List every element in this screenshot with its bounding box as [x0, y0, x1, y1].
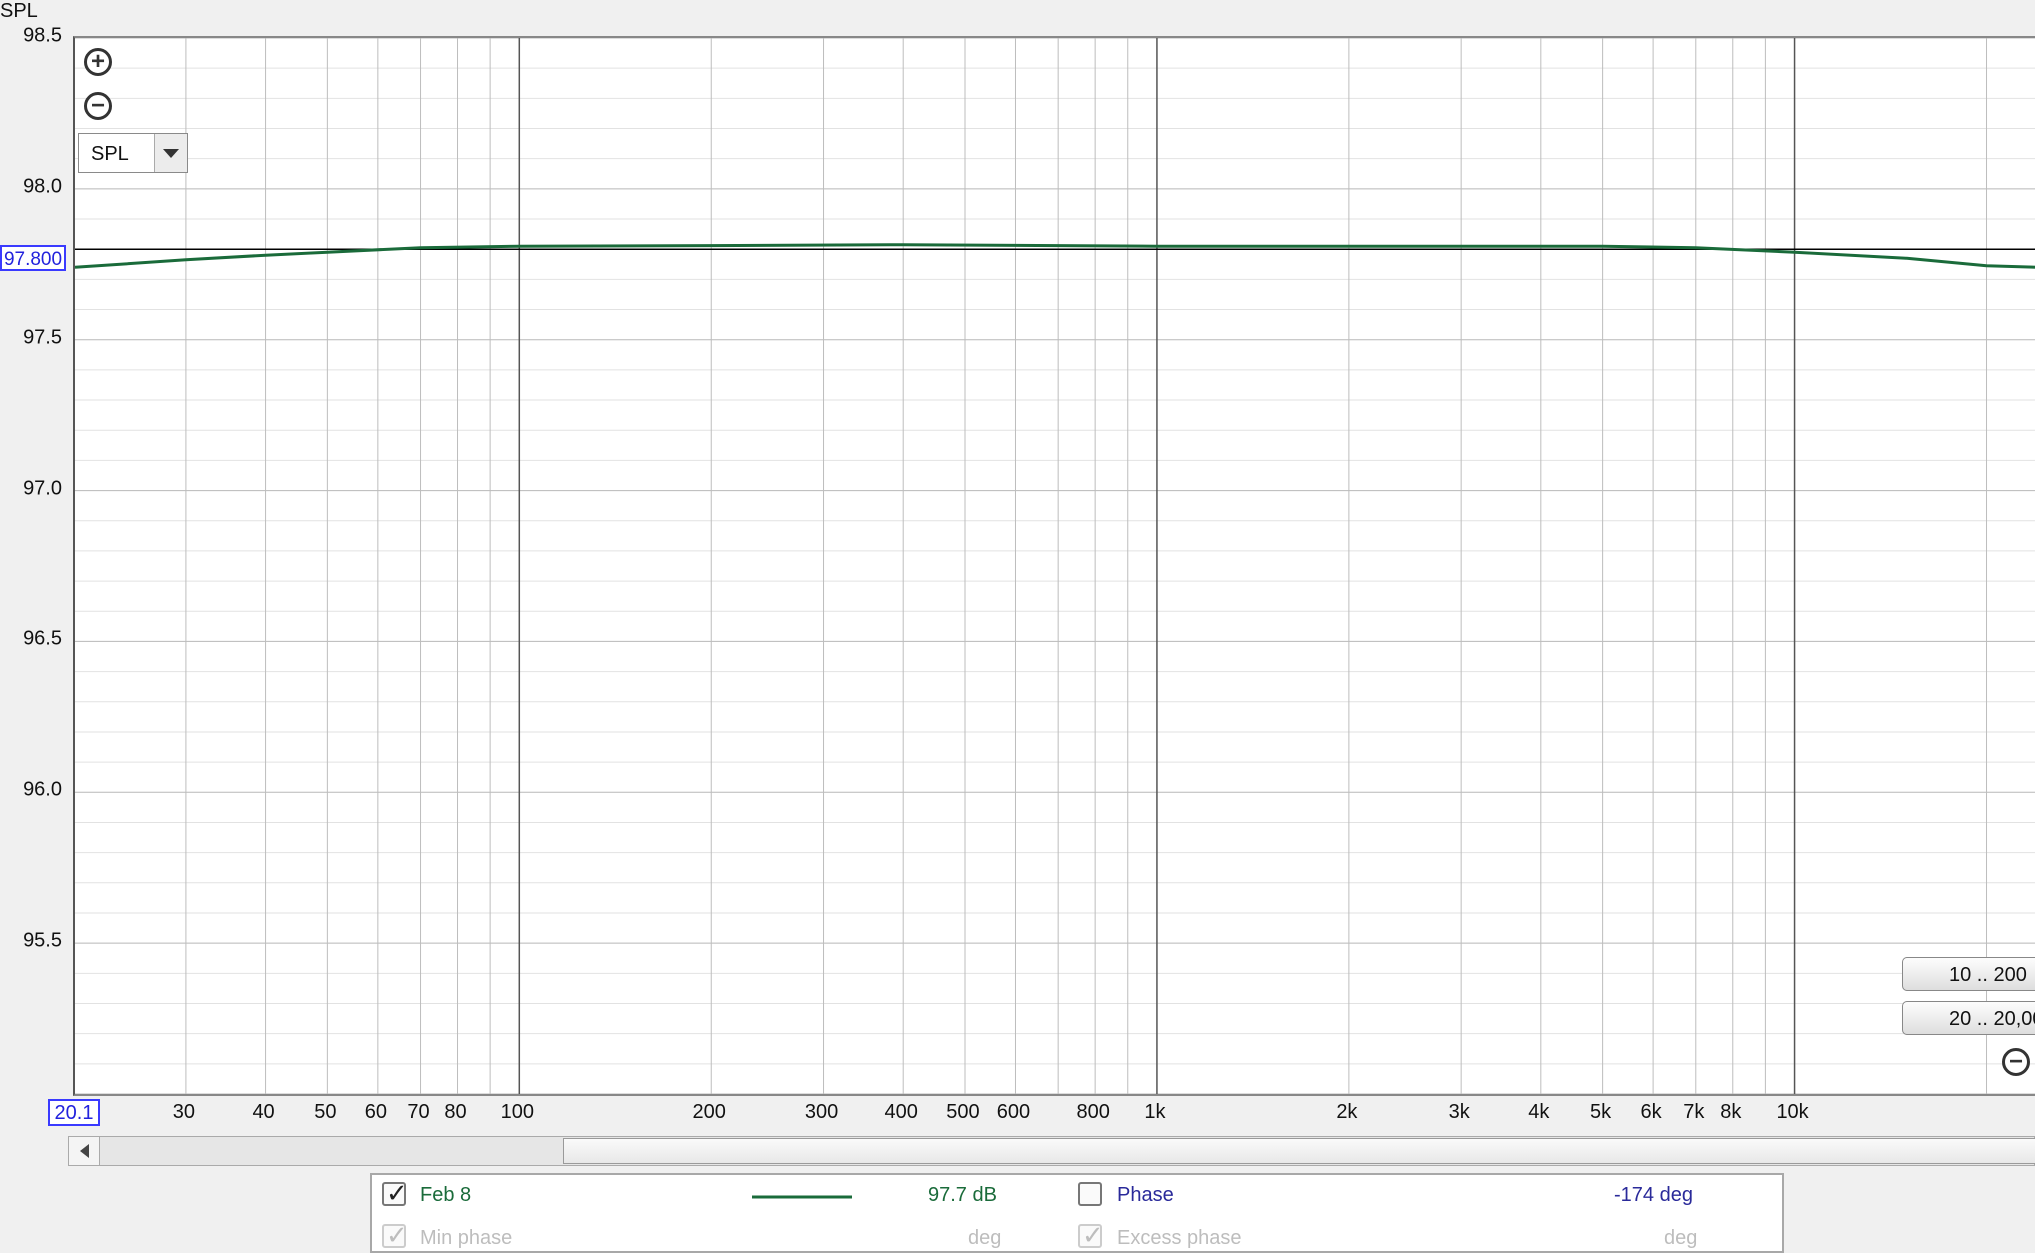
x-tick-label: 100 — [500, 1101, 534, 1123]
horizontal-scrollbar[interactable] — [68, 1136, 2035, 1166]
zoom-out-corner-icon[interactable]: − — [2002, 1048, 2030, 1076]
y-cursor-readout[interactable]: 97.800 — [0, 245, 66, 271]
y-tick-label: 97.0 — [23, 477, 62, 500]
check-icon: ✓ — [1082, 1220, 1104, 1250]
legend-phase-label: Phase — [1117, 1184, 1174, 1206]
x-tick-label: 80 — [444, 1101, 467, 1123]
x-tick-label: 7k — [1683, 1101, 1705, 1123]
x-tick-label: 400 — [884, 1101, 918, 1123]
scroll-left-icon[interactable] — [69, 1137, 100, 1165]
x-tick-label: 10k — [1776, 1101, 1809, 1123]
scroll-thumb[interactable] — [563, 1138, 2035, 1164]
y-tick-label: 96.0 — [23, 778, 62, 801]
x-tick-label: 8k — [1720, 1101, 1742, 1123]
x-tick-label: 3k — [1448, 1101, 1470, 1123]
x-tick-label: 60 — [364, 1101, 387, 1123]
y-axis-unit-label: SPL — [0, 0, 38, 22]
x-tick-label: 1k — [1144, 1101, 1166, 1123]
check-icon: ✓ — [386, 1178, 408, 1208]
legend-panel: ✓ Feb 8 97.7 dB Phase -174 deg ✓ Min pha… — [370, 1173, 1784, 1253]
y-tick-label: 96.5 — [23, 627, 62, 650]
x-tick-label: 4k — [1528, 1101, 1550, 1123]
graph-type-select[interactable]: SPL — [78, 133, 188, 173]
zoom-in-icon[interactable]: + — [84, 48, 112, 76]
y-tick-label: 95.5 — [23, 929, 62, 952]
y-tick-label: 98.5 — [23, 24, 62, 47]
x-tick-label: 600 — [996, 1101, 1031, 1123]
graph-type-select-value: SPL — [91, 143, 129, 165]
legend-trace-name: Feb 8 — [420, 1184, 472, 1206]
x-tick-label: 2k — [1336, 1101, 1358, 1123]
phase-checkbox[interactable] — [1078, 1182, 1102, 1206]
excess-phase-checkbox[interactable]: ✓ — [1078, 1220, 1104, 1250]
legend-trace-value: 97.7 dB — [928, 1184, 997, 1206]
y-tick-label: 98.0 — [23, 175, 62, 198]
range-20-20000-button[interactable]: 20 .. 20,000 — [1902, 1001, 2035, 1035]
x-tick-label: 300 — [804, 1101, 839, 1123]
x-tick-label: 70 — [407, 1101, 430, 1123]
y-tick-label: 97.5 — [23, 326, 62, 349]
zoom-out-icon[interactable]: − — [84, 92, 112, 120]
legend-phase-value: -174 deg — [1614, 1184, 1693, 1206]
series-line-0 — [75, 243, 2035, 269]
plot-area[interactable] — [73, 36, 2035, 1096]
chevron-down-icon[interactable] — [154, 134, 187, 172]
x-tick-label: 200 — [692, 1101, 726, 1123]
range-10-200-button[interactable]: 10 .. 200 — [1902, 957, 2035, 991]
legend-trace-swatch — [752, 1195, 852, 1199]
min-phase-checkbox[interactable]: ✓ — [382, 1220, 408, 1250]
x-tick-label: 50 — [314, 1101, 337, 1123]
trace-visible-checkbox[interactable]: ✓ — [382, 1178, 408, 1208]
x-tick-label: 40 — [252, 1101, 275, 1123]
x-tick-label: 30 — [172, 1101, 196, 1123]
spl-chart — [75, 38, 2035, 1094]
x-tick-label: 5k — [1590, 1101, 1612, 1123]
x-tick-label: 500 — [946, 1101, 980, 1123]
x-cursor-readout[interactable]: 20.1 — [48, 1099, 100, 1126]
x-tick-label: 800 — [1076, 1101, 1110, 1123]
x-tick-label: 6k — [1640, 1101, 1662, 1123]
check-icon: ✓ — [386, 1220, 408, 1250]
